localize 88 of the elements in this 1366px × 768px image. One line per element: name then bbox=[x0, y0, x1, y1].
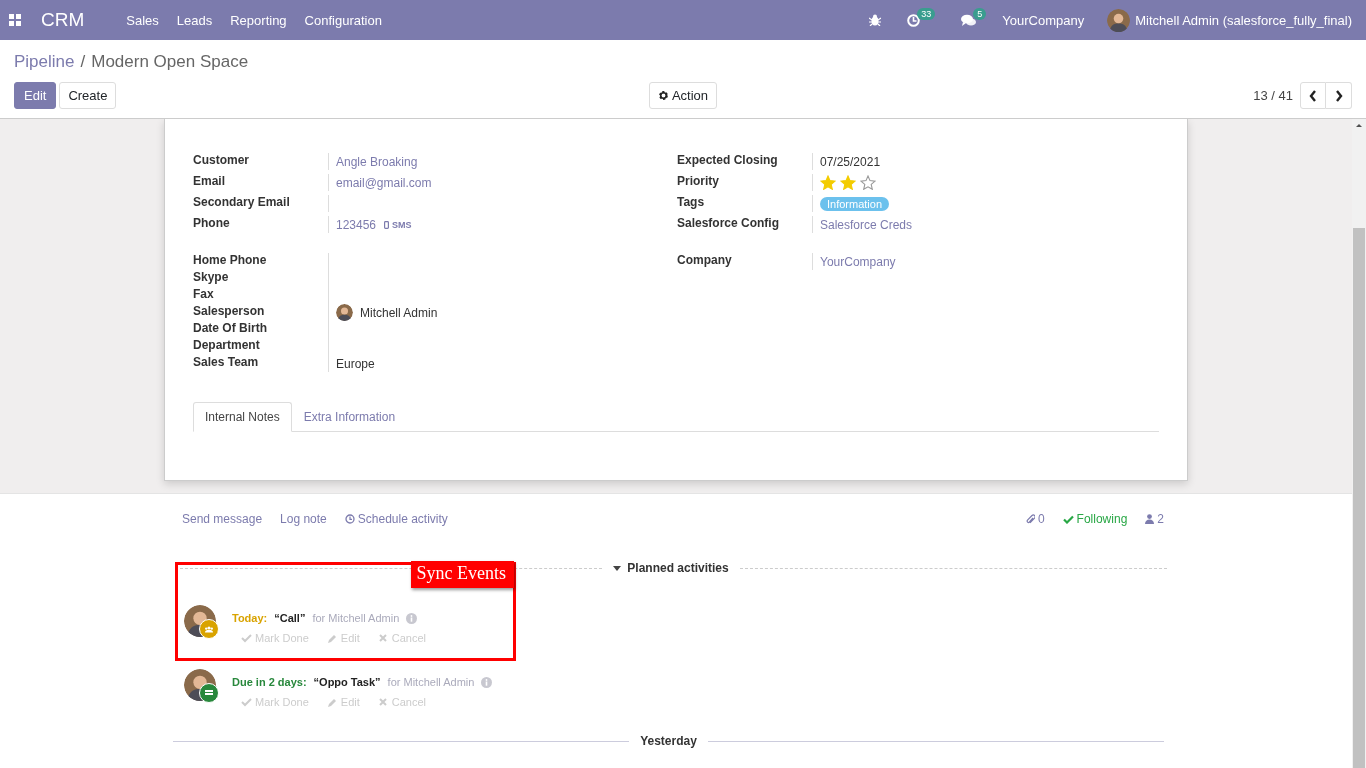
phone-link[interactable]: 123456 bbox=[336, 217, 377, 232]
field-link[interactable]: Angle Broaking bbox=[336, 154, 418, 169]
send-message-button[interactable]: Send message bbox=[182, 512, 263, 526]
clock-icon bbox=[907, 13, 921, 27]
field-label: Date Of Birth bbox=[193, 321, 268, 337]
action-button[interactable]: Action bbox=[648, 82, 718, 109]
checkmark-icon bbox=[1062, 514, 1074, 524]
log-note-button[interactable]: Log note bbox=[280, 512, 327, 526]
company-switcher[interactable]: YourCompany bbox=[1002, 12, 1085, 28]
field-value: 07/25/2021 bbox=[820, 154, 881, 169]
cross-icon bbox=[377, 633, 389, 643]
star-outline-icon bbox=[860, 175, 876, 190]
message-count-badge: 5 bbox=[973, 7, 987, 20]
menu-item[interactable]: Configuration bbox=[304, 12, 382, 28]
field-label: Home Phone bbox=[193, 253, 268, 269]
user-avatar bbox=[1107, 8, 1131, 32]
field-link[interactable]: Salesforce Creds bbox=[820, 217, 913, 232]
field-label: Customer bbox=[193, 153, 250, 169]
field-label: Priority bbox=[677, 174, 720, 190]
salesperson-avatar bbox=[336, 304, 353, 321]
field-link[interactable]: YourCompany bbox=[820, 254, 896, 269]
field-label: Skype bbox=[193, 270, 230, 286]
field-label: Phone bbox=[193, 216, 231, 232]
breadcrumb-link[interactable]: Pipeline bbox=[14, 52, 75, 72]
field-label: Tags bbox=[677, 195, 706, 211]
breadcrumb-separator: / bbox=[80, 52, 86, 72]
field-label: Company bbox=[677, 253, 733, 269]
list-icon bbox=[199, 683, 219, 703]
field-label: Salesperson bbox=[193, 304, 266, 320]
create-button[interactable]: Create bbox=[59, 82, 117, 109]
cross-icon bbox=[377, 697, 389, 707]
info-icon bbox=[406, 612, 418, 624]
activity-title: “Call” bbox=[274, 612, 306, 624]
annotation-label: Sync Events bbox=[410, 561, 514, 588]
tag-badge: Information bbox=[820, 196, 890, 211]
field-label: Expected Closing bbox=[677, 153, 779, 169]
bug-icon bbox=[869, 14, 882, 26]
chevron-left-icon bbox=[1309, 89, 1317, 102]
chevron-right-icon bbox=[1334, 89, 1343, 102]
sms-button[interactable]: SMS bbox=[384, 219, 412, 230]
pencil-icon bbox=[326, 633, 338, 643]
gear-icon bbox=[657, 90, 669, 101]
field-link[interactable]: email@gmail.com bbox=[336, 175, 432, 190]
priority-stars[interactable] bbox=[820, 175, 876, 190]
checkmark-icon bbox=[241, 633, 252, 643]
checkmark-icon bbox=[241, 697, 252, 707]
field-label: Department bbox=[193, 338, 261, 354]
caret-down-icon bbox=[613, 565, 622, 571]
field-value: Europe bbox=[336, 356, 375, 371]
field-label: Fax bbox=[193, 287, 215, 303]
activity-title: “Oppo Task” bbox=[313, 676, 381, 688]
apps-menu-icon bbox=[9, 14, 21, 26]
field-label: Sales Team bbox=[193, 355, 260, 371]
notebook-tab[interactable]: Internal Notes bbox=[193, 402, 292, 432]
clock-icon bbox=[344, 514, 355, 524]
edit-button[interactable]: Edit bbox=[14, 82, 57, 109]
record-title: Modern Open Space bbox=[91, 52, 249, 72]
star-filled-icon bbox=[820, 175, 836, 190]
mobile-phone-icon bbox=[384, 220, 390, 229]
menu-item[interactable]: Sales bbox=[126, 12, 159, 28]
activity-assignee: for Mitchell Admin bbox=[387, 676, 475, 688]
chat-icon bbox=[961, 13, 977, 27]
notebook-tab[interactable]: Extra Information bbox=[291, 402, 408, 432]
star-filled-icon bbox=[840, 175, 856, 190]
attachments-button[interactable]: 0 bbox=[1025, 512, 1045, 526]
next-button[interactable] bbox=[1326, 82, 1352, 109]
due-label: Due in 2 days: bbox=[232, 676, 307, 688]
field-value: Mitchell Admin bbox=[360, 305, 438, 320]
following-button[interactable]: Following bbox=[1062, 512, 1128, 526]
person-icon bbox=[1145, 514, 1155, 524]
user-menu[interactable]: Mitchell Admin (salesforce_fully_final) bbox=[1135, 12, 1352, 28]
menu-item[interactable]: Reporting bbox=[230, 12, 287, 28]
app-title[interactable]: CRM bbox=[41, 9, 85, 31]
field-label: Salesforce Config bbox=[677, 216, 781, 232]
previous-button[interactable] bbox=[1300, 82, 1326, 109]
activity-count-badge: 33 bbox=[917, 7, 936, 20]
paperclip-icon bbox=[1025, 513, 1035, 525]
pencil-icon bbox=[326, 697, 338, 707]
field-label: Email bbox=[193, 174, 226, 190]
followers-button[interactable]: 2 bbox=[1145, 512, 1164, 526]
info-icon bbox=[481, 676, 493, 688]
menu-item[interactable]: Leads bbox=[176, 12, 213, 28]
field-label: Secondary Email bbox=[193, 195, 291, 211]
due-label: Today: bbox=[232, 612, 268, 624]
pager-counter: 13 / 41 bbox=[1253, 88, 1293, 103]
activity-assignee: for Mitchell Admin bbox=[312, 612, 400, 624]
people-icon bbox=[199, 619, 219, 639]
schedule-activity-button[interactable]: Schedule activity bbox=[344, 512, 448, 526]
